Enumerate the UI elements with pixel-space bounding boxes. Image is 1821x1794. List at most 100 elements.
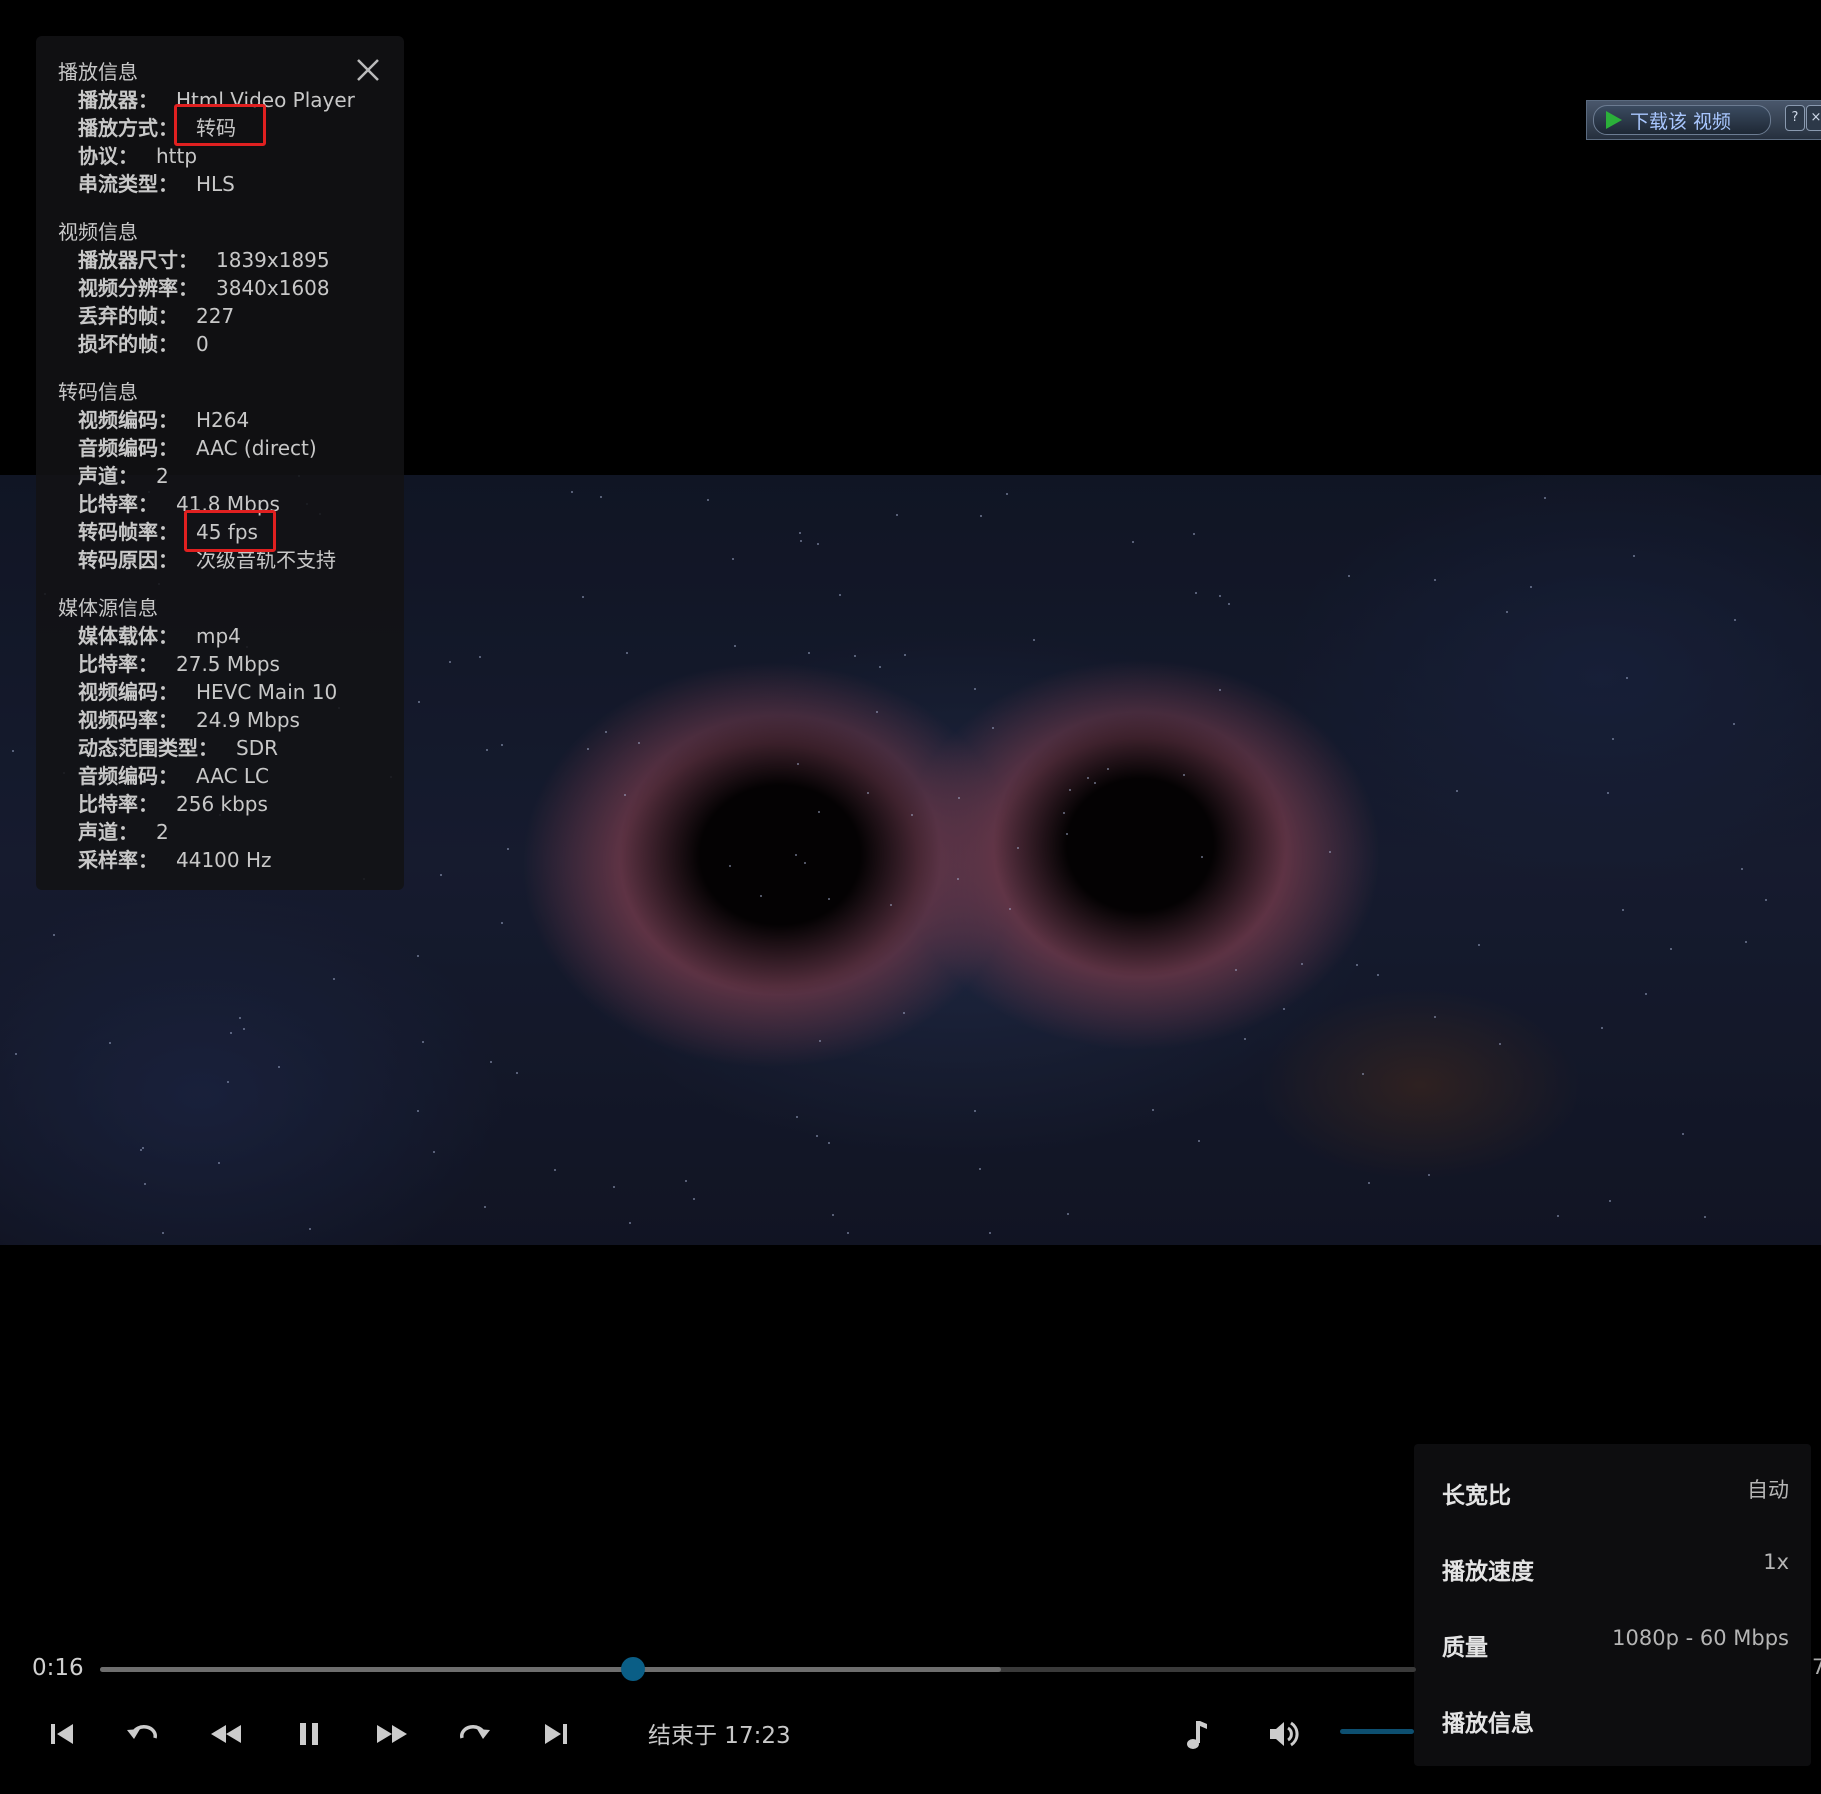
widget-close-button[interactable]: × bbox=[1806, 105, 1821, 131]
star-particle bbox=[796, 1116, 798, 1118]
download-video-widget: 下载该 视频 ? × bbox=[1586, 100, 1821, 140]
pause-button[interactable] bbox=[285, 1710, 333, 1758]
star-particle bbox=[839, 594, 841, 596]
info-row-sample-rate: 采样率： 44100 Hz bbox=[78, 844, 272, 873]
seek-thumb[interactable] bbox=[620, 1657, 645, 1681]
info-row-container: 媒体载体： mp4 bbox=[78, 620, 241, 649]
star-particle bbox=[685, 1180, 687, 1182]
star-particle bbox=[484, 1206, 486, 1208]
close-icon[interactable] bbox=[354, 56, 382, 84]
menu-item-value: 自动 bbox=[1747, 1478, 1789, 1502]
info-value: 44100 Hz bbox=[176, 848, 272, 872]
info-value: 2 bbox=[156, 464, 169, 488]
info-label: 转码原因： bbox=[78, 548, 178, 572]
star-particle bbox=[490, 1061, 492, 1063]
info-label: 比特率： bbox=[78, 792, 158, 816]
info-value: H264 bbox=[196, 408, 250, 432]
star-particle bbox=[629, 1222, 631, 1224]
star-particle bbox=[1622, 909, 1624, 911]
menu-item-playback-info[interactable]: 播放信息 bbox=[1414, 1682, 1811, 1758]
menu-item-aspect-ratio[interactable]: 长宽比 自动 bbox=[1414, 1454, 1811, 1530]
star-particle bbox=[734, 645, 736, 647]
info-row-resolution: 视频分辨率： 3840x1608 bbox=[78, 272, 330, 301]
current-time: 0:16 bbox=[32, 1655, 84, 1681]
info-value: 1839x1895 bbox=[216, 248, 330, 272]
star-particle bbox=[958, 797, 960, 799]
star-particle bbox=[1017, 847, 1019, 849]
audio-track-button[interactable] bbox=[1172, 1710, 1220, 1758]
help-button[interactable]: ? bbox=[1785, 105, 1805, 131]
info-label: 丢弃的帧： bbox=[78, 304, 178, 328]
star-particle bbox=[1377, 974, 1379, 976]
star-particle bbox=[1530, 586, 1532, 588]
star-particle bbox=[876, 711, 878, 713]
rewind-button[interactable] bbox=[202, 1710, 250, 1758]
info-label: 动态范围类型： bbox=[78, 736, 218, 760]
previous-track-button[interactable] bbox=[38, 1710, 86, 1758]
info-value: AAC LC bbox=[196, 764, 269, 788]
star-particle bbox=[1506, 611, 1508, 613]
fast-forward-button[interactable] bbox=[368, 1710, 416, 1758]
star-particle bbox=[1069, 789, 1071, 791]
redo-button[interactable] bbox=[450, 1710, 498, 1758]
menu-item-quality[interactable]: 质量 1080p - 60 Mbps bbox=[1414, 1606, 1811, 1682]
star-particle bbox=[1301, 963, 1303, 965]
star-particle bbox=[638, 742, 640, 744]
info-row-stream-type: 串流类型： HLS bbox=[78, 168, 235, 197]
info-row-audio-codec: 音频编码： AAC (direct) bbox=[78, 432, 317, 461]
info-label: 播放方式： bbox=[78, 116, 178, 140]
star-particle bbox=[12, 750, 14, 752]
seek-buffered bbox=[100, 1667, 1002, 1672]
star-particle bbox=[613, 1186, 615, 1188]
menu-item-playback-speed[interactable]: 播放速度 1x bbox=[1414, 1530, 1811, 1606]
star-particle bbox=[1329, 851, 1331, 853]
info-value: SDR bbox=[236, 736, 278, 760]
star-particle bbox=[1733, 723, 1735, 725]
star-particle bbox=[760, 895, 762, 897]
star-particle bbox=[15, 1053, 17, 1055]
star-particle bbox=[501, 922, 503, 924]
star-particle bbox=[1362, 1073, 1364, 1075]
star-particle bbox=[1607, 792, 1609, 794]
section-title-video: 视频信息 bbox=[58, 220, 138, 244]
star-particle bbox=[417, 955, 419, 957]
star-particle bbox=[1094, 782, 1096, 784]
info-value: HEVC Main 10 bbox=[196, 680, 338, 704]
menu-item-label: 播放信息 bbox=[1442, 1711, 1534, 1737]
star-particle bbox=[904, 654, 906, 656]
star-particle bbox=[142, 1147, 144, 1149]
star-particle bbox=[53, 934, 55, 936]
info-label: 损坏的帧： bbox=[78, 332, 178, 356]
star-particle bbox=[1198, 1140, 1200, 1142]
info-value: 2 bbox=[156, 820, 169, 844]
star-particle bbox=[804, 862, 806, 864]
star-particle bbox=[911, 814, 913, 816]
replay-button[interactable] bbox=[119, 1710, 167, 1758]
star-particle bbox=[1356, 964, 1358, 966]
star-particle bbox=[587, 748, 589, 750]
volume-button[interactable] bbox=[1260, 1710, 1308, 1758]
star-particle bbox=[571, 491, 573, 493]
star-particle bbox=[230, 1032, 232, 1034]
info-label: 音频编码： bbox=[78, 436, 178, 460]
info-label: 采样率： bbox=[78, 848, 158, 872]
volume-slider[interactable] bbox=[1340, 1729, 1414, 1734]
seek-bar[interactable] bbox=[100, 1667, 1416, 1672]
star-particle bbox=[896, 514, 898, 516]
info-row-source-channels: 声道： 2 bbox=[78, 816, 169, 845]
download-video-button[interactable]: 下载该 视频 bbox=[1593, 105, 1771, 135]
star-particle bbox=[1087, 777, 1089, 779]
star-particle bbox=[600, 496, 602, 498]
star-particle bbox=[729, 865, 731, 867]
star-particle bbox=[828, 898, 830, 900]
star-particle bbox=[1434, 1016, 1436, 1018]
star-particle bbox=[1670, 948, 1672, 950]
info-row-corrupted-frames: 损坏的帧： 0 bbox=[78, 328, 209, 357]
star-particle bbox=[732, 558, 734, 560]
star-particle bbox=[1244, 1038, 1246, 1040]
star-particle bbox=[418, 701, 420, 703]
next-track-button[interactable] bbox=[532, 1710, 580, 1758]
star-particle bbox=[1193, 533, 1195, 535]
star-particle bbox=[140, 1149, 142, 1151]
play-icon bbox=[1606, 111, 1622, 129]
